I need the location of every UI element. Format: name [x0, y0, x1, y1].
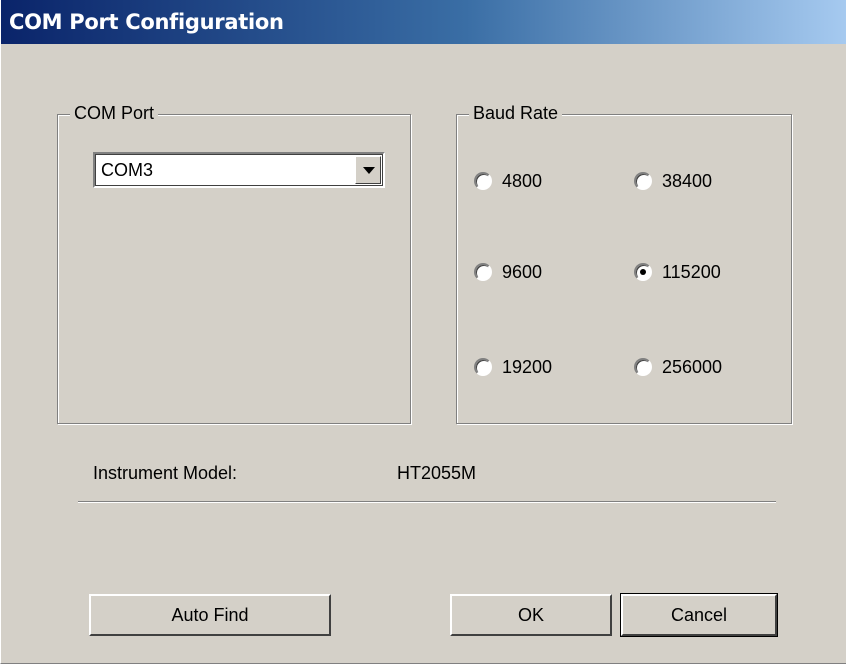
- radio-button-icon: [634, 358, 652, 376]
- radio-dot-icon: [640, 269, 646, 275]
- baud-option-label: 19200: [502, 356, 553, 377]
- baud-radio-9600[interactable]: 9600: [474, 259, 542, 285]
- baud-radio-38400[interactable]: 38400: [634, 168, 712, 194]
- baud-radio-4800[interactable]: 4800: [474, 168, 542, 194]
- auto-find-button[interactable]: Auto Find: [89, 594, 331, 636]
- baud-rate-group-label: Baud Rate: [469, 103, 563, 124]
- radio-button-icon: [474, 263, 492, 281]
- baud-radio-19200[interactable]: 19200: [474, 354, 552, 380]
- baud-radio-115200[interactable]: 115200: [634, 259, 721, 285]
- radio-button-icon: [474, 358, 492, 376]
- baud-option-label: 38400: [662, 170, 713, 191]
- com-port-select[interactable]: COM3: [93, 152, 385, 188]
- cancel-button[interactable]: Cancel: [620, 593, 778, 637]
- window-title: COM Port Configuration: [9, 10, 284, 34]
- com-port-group-label: COM Port: [70, 103, 159, 124]
- com-port-dropdown-button[interactable]: [355, 156, 381, 184]
- radio-button-icon: [634, 172, 652, 190]
- baud-radio-256000[interactable]: 256000: [634, 354, 722, 380]
- baud-option-label: 4800: [502, 170, 543, 191]
- divider: [78, 501, 776, 503]
- com-port-config-dialog: COM Port Configuration COM Port COM3 Bau…: [0, 0, 846, 664]
- baud-option-label: 115200: [662, 261, 721, 282]
- title-bar[interactable]: COM Port Configuration: [1, 0, 846, 44]
- com-port-selected-value: COM3: [101, 160, 154, 180]
- radio-button-icon-selected: [634, 263, 652, 281]
- instrument-model-label: Instrument Model:: [93, 463, 238, 483]
- radio-button-icon: [474, 172, 492, 190]
- ok-button[interactable]: OK: [450, 594, 612, 636]
- baud-option-label: 9600: [502, 261, 543, 282]
- instrument-model-value: HT2055M: [397, 463, 477, 483]
- baud-option-label: 256000: [662, 356, 723, 377]
- chevron-down-icon: [363, 167, 375, 174]
